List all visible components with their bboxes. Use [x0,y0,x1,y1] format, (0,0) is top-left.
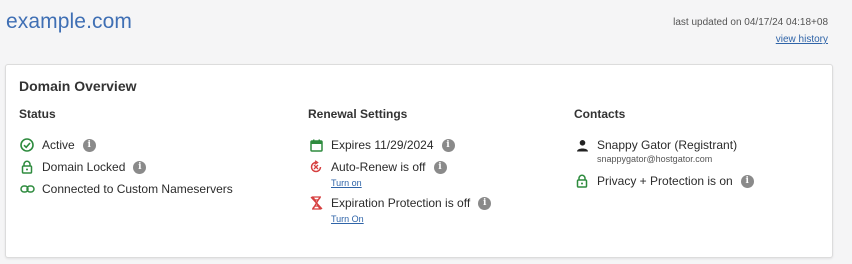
renewal-column: Renewal Settings Expires 11/29/2024 i Au… [308,107,492,224]
lock-icon [19,159,35,175]
info-icon[interactable]: i [441,138,455,152]
renewal-title: Renewal Settings [308,107,408,121]
last-updated-text: last updated on 04/17/24 04:18+08 [673,17,828,28]
registrant-label: Snappy Gator (Registrant) [597,138,738,152]
info-icon[interactable]: i [740,174,754,188]
status-locked-row: Domain Locked i [19,159,233,175]
card-title: Domain Overview [19,78,137,94]
privacy-label: Privacy + Protection is on [597,174,733,188]
info-icon[interactable]: i [478,196,492,210]
info-icon[interactable]: i [133,160,147,174]
status-nameservers-label: Connected to Custom Nameservers [42,182,233,196]
expires-row: Expires 11/29/2024 i [308,137,491,153]
auto-renew-row: Auto-Renew is off i [308,159,491,175]
status-active-row: Active i [19,137,233,153]
calendar-icon [308,137,324,153]
registrant-row: Snappy Gator (Registrant) [574,137,754,153]
expiration-protection-row: Expiration Protection is off i [308,195,492,211]
expiration-protection-turn-on-link[interactable]: Turn On [331,214,491,224]
expiration-protection-label: Expiration Protection is off [331,196,471,210]
info-icon[interactable]: i [82,138,96,152]
domain-title: example.com [6,10,132,33]
status-locked-label: Domain Locked [42,160,126,174]
privacy-row: Privacy + Protection is on i [574,173,754,189]
lock-icon [574,173,590,189]
view-history-link[interactable]: view history [776,34,828,45]
link-icon [19,181,35,197]
auto-renew-off-icon [308,159,324,175]
status-title: Status [19,107,56,121]
status-column: Status Active i Domain Locked i Connecte… [19,107,233,197]
domain-overview-card: Domain Overview Status Active i Domain L… [5,64,833,258]
contacts-column: Contacts Snappy Gator (Registrant) snapp… [574,107,754,189]
status-nameservers-row: Connected to Custom Nameservers [19,181,233,197]
info-icon[interactable]: i [433,160,447,174]
registrant-email: snappygator@hostgator.com [597,154,713,164]
hourglass-off-icon [308,195,324,211]
check-circle-icon [19,137,35,153]
auto-renew-label: Auto-Renew is off [331,160,426,174]
contacts-title: Contacts [574,107,626,121]
expires-label: Expires 11/29/2024 [331,138,434,152]
person-icon [574,137,590,153]
status-active-label: Active [42,138,75,152]
auto-renew-turn-on-link[interactable]: Turn on [331,178,491,188]
